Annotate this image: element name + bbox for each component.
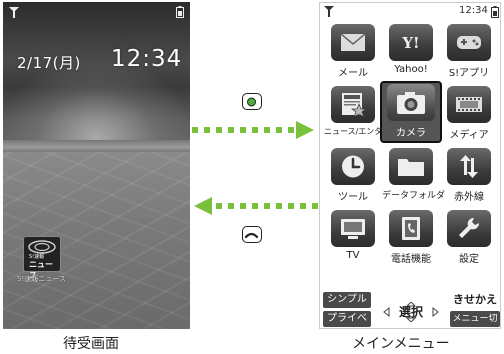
phone-hangup-icon: [244, 232, 259, 239]
news-icon: [342, 93, 368, 118]
arrow-right-icon: [192, 121, 314, 139]
menu-item-infrared[interactable]: 赤外線: [440, 145, 498, 205]
news-widget-emblem-icon: [28, 240, 56, 254]
tv-icon: [341, 219, 365, 239]
menu-clock: 12:34: [459, 5, 488, 16]
battery-icon: [176, 6, 184, 20]
softkey-bar: シンプル プライベート 選択 きせかえ メニュー切替: [320, 289, 500, 328]
menu-item-label: メール: [338, 68, 368, 79]
center-key-icon: [247, 97, 256, 107]
menu-item-camera[interactable]: カメラ: [380, 81, 442, 143]
standby-date: 2/17(月): [17, 54, 81, 72]
folder-icon: [398, 159, 424, 176]
menu-item-tools[interactable]: ツール: [324, 145, 382, 205]
menu-statusbar: 12:34: [320, 3, 500, 19]
menu-item-media[interactable]: メディア: [440, 83, 498, 143]
softkey-simple[interactable]: シンプル: [323, 292, 371, 308]
svg-text:Y!: Y!: [401, 34, 419, 52]
softkey-kisekae[interactable]: きせかえ: [450, 292, 500, 308]
clock-icon: [342, 155, 364, 178]
standby-clock: 12:34: [111, 46, 183, 72]
select-key-label[interactable]: 選択: [390, 303, 432, 320]
film-icon: [456, 97, 482, 112]
battery-icon: [491, 6, 499, 18]
camera-icon: [397, 92, 425, 114]
signal-icon: [324, 6, 334, 17]
standby-caption: 待受画面: [63, 336, 119, 352]
phone-book-icon: [402, 217, 420, 240]
mail-icon: [340, 33, 366, 51]
gamepad-icon: [457, 36, 481, 49]
menu-item-label: S!アプリ: [448, 68, 490, 79]
signal-icon: [9, 7, 19, 20]
yahoo-icon: Y!: [401, 34, 419, 52]
standby-screen: 2/17(月) 12:34 S!速報 ニュース S!速報ニュース: [3, 2, 190, 329]
menu-item-label: 電話機能: [391, 254, 431, 265]
end-key: [242, 226, 262, 243]
menu-caption: メインメニュー: [352, 336, 450, 352]
menu-item-label: メディア: [449, 130, 489, 141]
news-widget[interactable]: S!速報 ニュース: [23, 236, 61, 280]
menu-item-label: 設定: [459, 254, 479, 265]
menu-item-phone[interactable]: 電話機能: [382, 207, 440, 267]
menu-item-yahoo[interactable]: Y! Yahoo!: [382, 21, 440, 81]
infrared-icon: [460, 155, 478, 178]
arrow-left-icon: [194, 197, 318, 215]
menu-item-label: データフォルダ: [382, 191, 446, 201]
menu-item-data-folder[interactable]: データフォルダ: [382, 145, 446, 205]
menu-item-label: Yahoo!: [394, 64, 428, 75]
menu-item-label: カメラ: [396, 128, 426, 139]
menu-item-label: TV: [346, 250, 360, 261]
center-key: [242, 93, 262, 110]
softkey-menu-switch[interactable]: メニュー切替: [450, 311, 500, 327]
softkey-private[interactable]: プライベート: [323, 311, 371, 327]
menu-item-mail[interactable]: メール: [324, 21, 382, 81]
news-widget-label: S!速報ニュース: [17, 275, 66, 283]
wrench-icon: [459, 217, 480, 238]
menu-item-news[interactable]: ニュース/エンタメ: [324, 83, 391, 143]
menu-item-label: 赤外線: [454, 192, 484, 203]
main-menu-screen: 12:34 メール Y! Yahoo! S!アプリ ニュース/エンタメ カメラ …: [319, 2, 501, 329]
menu-item-label: ニュース/エンタメ: [324, 127, 391, 136]
menu-item-label: ツール: [338, 192, 368, 203]
menu-item-settings[interactable]: 設定: [440, 207, 498, 267]
menu-item-apps[interactable]: S!アプリ: [440, 21, 498, 81]
menu-item-tv[interactable]: TV: [324, 207, 382, 267]
